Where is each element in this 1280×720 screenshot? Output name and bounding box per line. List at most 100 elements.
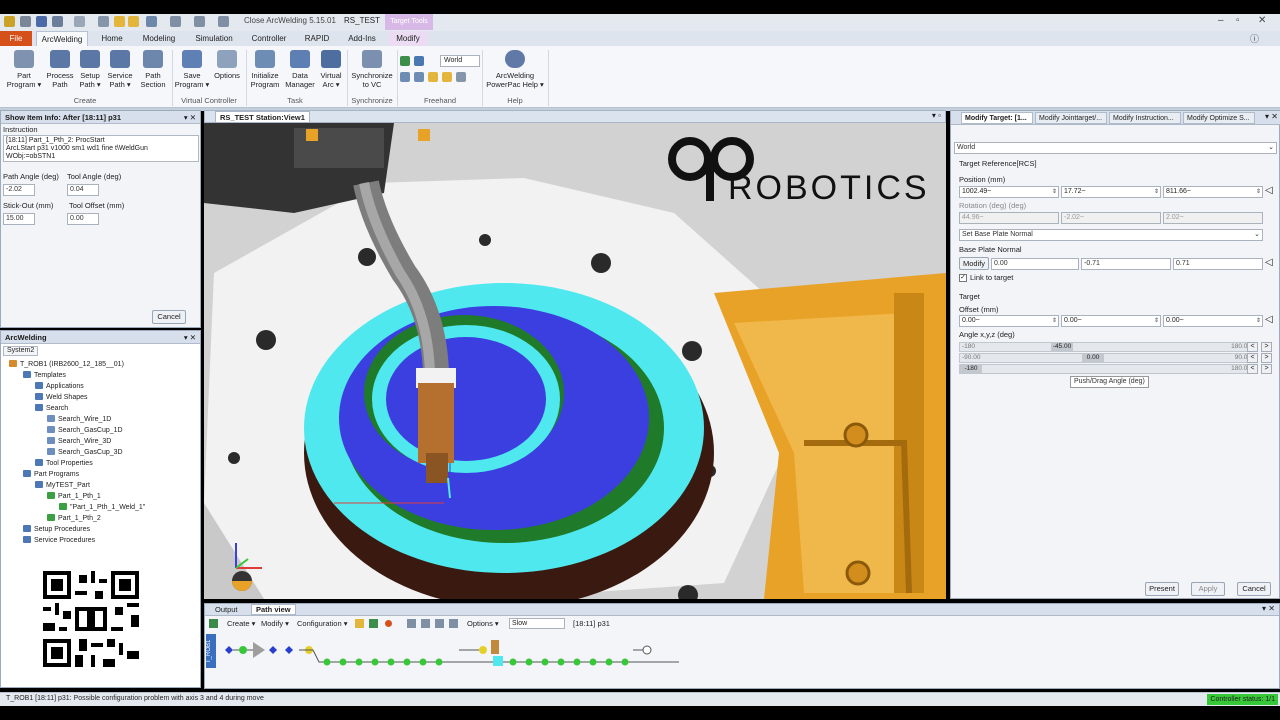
panel-close-icon[interactable]: ▾ ✕	[1262, 604, 1275, 613]
part-program-button[interactable]: Part Program ▾	[6, 50, 42, 89]
tree-item-part-programs[interactable]: Part Programs	[23, 470, 79, 478]
arcwelding-help-button[interactable]: ArcWelding PowerPac Help ▾	[484, 50, 546, 89]
angle-y-thumb[interactable]: 0.00	[1082, 354, 1104, 362]
tab-modify-jointtarget[interactable]: Modify Jointtarget/...	[1035, 112, 1107, 124]
panel-close-icon[interactable]: ▾ ✕	[1265, 112, 1278, 121]
angle-y-slider[interactable]: -90.00 90.00 0.00	[959, 353, 1256, 363]
base-plate-x-field[interactable]: 0.00	[991, 258, 1079, 270]
initialize-program-button[interactable]: Initialize Program	[248, 50, 282, 89]
virtual-arc-button[interactable]: Virtual Arc ▾	[316, 50, 346, 89]
spin-arrows-icon[interactable]: ⇕	[1256, 187, 1261, 197]
spin-arrows-icon[interactable]: ⇕	[1256, 316, 1261, 326]
tool-offset-field[interactable]: 0.00	[67, 213, 99, 225]
record-icon[interactable]	[385, 620, 392, 627]
help-question-icon[interactable]: ⓘ	[1250, 32, 1259, 45]
spin-arrows-icon[interactable]: ⇕	[1154, 316, 1159, 326]
cancel-target-button[interactable]: Cancel	[1237, 582, 1271, 596]
tool-angle-field[interactable]: 0.04	[67, 184, 99, 196]
base-plate-y-field[interactable]: -0.71	[1081, 258, 1171, 270]
freehand-linear-icon[interactable]	[428, 72, 438, 82]
service-path-button[interactable]: Service Path ▾	[106, 50, 134, 89]
data-manager-button[interactable]: Data Manager	[284, 50, 316, 89]
tree-item-templates[interactable]: Templates	[23, 371, 66, 379]
view-icon[interactable]	[146, 16, 157, 27]
tab-simulation[interactable]: Simulation	[190, 31, 238, 46]
play-icon[interactable]	[449, 619, 458, 628]
system-tab[interactable]: System2	[3, 346, 39, 356]
modify-button[interactable]: Modify	[959, 257, 989, 270]
frame-icon[interactable]	[218, 16, 229, 27]
angle-x-increase[interactable]: >	[1261, 342, 1272, 352]
link-to-target-checkbox[interactable]: ✓	[959, 274, 967, 282]
spin-arrows-icon[interactable]: ⇕	[1052, 316, 1057, 326]
setup-path-button[interactable]: Setup Path ▾	[76, 50, 104, 89]
tab-modify-instruction[interactable]: Modify Instruction...	[1109, 112, 1181, 124]
tree-item-search-gascup-3d[interactable]: Search_GasCup_3D	[47, 448, 123, 456]
tab-modify[interactable]: Modify	[388, 31, 428, 46]
tab-controller[interactable]: Controller	[246, 31, 292, 46]
tab-add-ins[interactable]: Add-Ins	[342, 31, 382, 46]
tab-output[interactable]: Output	[215, 605, 238, 614]
speed-dropdown[interactable]: Slow	[509, 618, 565, 629]
tree-item-search[interactable]: Search	[35, 404, 68, 412]
freehand-jog2-icon[interactable]	[414, 72, 424, 82]
sync-path-icon[interactable]	[435, 619, 444, 628]
path-section-button[interactable]: Path Section	[138, 50, 168, 89]
tab-home[interactable]: Home	[94, 31, 130, 46]
angle-y-increase[interactable]: >	[1261, 353, 1272, 363]
freehand-reorient-icon[interactable]	[442, 72, 452, 82]
maximize-icon[interactable]: ▫	[1236, 15, 1240, 26]
undo-icon[interactable]	[52, 16, 63, 27]
tree-item-tool-properties[interactable]: Tool Properties	[35, 459, 93, 467]
angle-z-increase[interactable]: >	[1261, 364, 1272, 374]
tab-arcwelding[interactable]: ArcWelding	[36, 31, 88, 46]
synchronize-button[interactable]: Synchronize to VC	[350, 50, 394, 89]
stick-out-field[interactable]: 15.00	[3, 213, 35, 225]
save-program-button[interactable]: Save Program ▾	[174, 50, 210, 89]
tab-file[interactable]: File	[0, 31, 32, 46]
position-x-field[interactable]: 1002.49~ ⇕	[959, 186, 1059, 198]
angle-z-thumb[interactable]: -180	[960, 365, 982, 373]
panel-close-icon[interactable]: ▾ ✕	[184, 331, 196, 344]
offset-z-field[interactable]: 0.00~ ⇕	[1163, 315, 1263, 327]
base-plate-mode-dropdown[interactable]: Set Base Plate Normal ⌄	[959, 229, 1263, 241]
position-y-field[interactable]: 17.72~ ⇕	[1061, 186, 1161, 198]
weld-tool-icon[interactable]	[355, 619, 364, 628]
tree-item-search-wire-3d[interactable]: Search_Wire_3D	[47, 437, 111, 445]
tree-item-service-procedures[interactable]: Service Procedures	[23, 536, 95, 544]
angle-z-decrease[interactable]: <	[1247, 364, 1258, 374]
freehand-axis-icon[interactable]	[456, 72, 466, 82]
tree-item-applications[interactable]: Applications	[35, 382, 84, 390]
cancel-button[interactable]: Cancel	[152, 310, 186, 324]
options-button[interactable]: Options	[212, 50, 242, 80]
base-plate-z-field[interactable]: 0.71	[1173, 258, 1263, 270]
tree-item-weld-shapes[interactable]: Weld Shapes	[35, 393, 88, 401]
path-angle-field[interactable]: -2.02	[3, 184, 35, 196]
select-icon[interactable]	[98, 16, 109, 27]
modify-dropdown[interactable]: Modify ▾	[261, 619, 289, 628]
snap-icon[interactable]	[114, 16, 125, 27]
panel-close-icon[interactable]: ▾ ✕	[184, 111, 196, 124]
tab-modeling[interactable]: Modeling	[138, 31, 180, 46]
measure-icon[interactable]	[194, 16, 205, 27]
position-z-field[interactable]: 811.66~ ⇕	[1163, 186, 1263, 198]
freehand-move-icon[interactable]	[400, 56, 410, 66]
tab-modify-optimize[interactable]: Modify Optimize S...	[1183, 112, 1255, 124]
tree-item-search-wire-1d[interactable]: Search_Wire_1D	[47, 415, 111, 423]
undo-path-icon[interactable]	[407, 619, 416, 628]
freehand-jog-icon[interactable]	[400, 72, 410, 82]
frame-dropdown[interactable]: World ⌄	[954, 142, 1277, 154]
angle-x-decrease[interactable]: <	[1247, 342, 1258, 352]
new-icon[interactable]	[20, 16, 31, 27]
save-icon[interactable]	[36, 16, 47, 27]
spin-arrows-icon[interactable]: ⇕	[1052, 187, 1057, 197]
target-tools-context-tab[interactable]: Target Tools	[385, 14, 433, 30]
tab-path-view[interactable]: Path view	[251, 604, 296, 615]
process-path-button[interactable]: Process Path	[44, 50, 76, 89]
tree-item-part-1-pth-2[interactable]: Part_1_Pth_2	[47, 514, 101, 522]
app-icon[interactable]	[4, 16, 15, 27]
freehand-rotate-icon[interactable]	[414, 56, 424, 66]
freehand-frame-dropdown[interactable]: World	[440, 55, 480, 67]
angle-z-slider[interactable]: 180.00 -180	[959, 364, 1256, 374]
redo-icon[interactable]	[74, 16, 85, 27]
